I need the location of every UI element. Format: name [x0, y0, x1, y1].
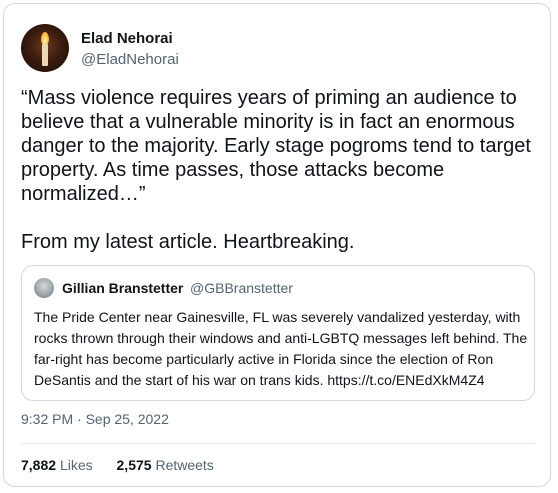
tweet-paragraph: “Mass violence requires years of priming… [21, 87, 531, 205]
retweets-stat[interactable]: 2,575 Retweets [117, 457, 214, 473]
candle-icon [42, 44, 48, 66]
divider [21, 443, 535, 444]
author-name[interactable]: Elad Nehorai [81, 30, 173, 47]
likes-count: 7,882 [21, 457, 57, 473]
author-handle[interactable]: @EladNehorai [81, 51, 179, 68]
tweet-timestamp[interactable]: 9:32 PM · Sep 25, 2022 [21, 411, 169, 427]
tweet-paragraph: From my latest article. Heartbreaking. [21, 231, 355, 253]
tweet-card: Elad Nehorai @EladNehorai “Mass violence… [3, 3, 551, 487]
retweets-count: 2,575 [116, 457, 152, 473]
quoted-author-name: Gillian Branstetter [62, 280, 184, 296]
retweets-label: Retweets [155, 457, 214, 473]
tweet-text: “Mass violence requires years of priming… [21, 86, 541, 254]
tweet-stats: 7,882 Likes 2,575 Retweets [21, 457, 214, 473]
quoted-author-handle: @GBBranstetter [190, 280, 293, 296]
likes-label: Likes [59, 457, 93, 473]
quoted-author-avatar [34, 278, 54, 298]
quoted-tweet-text: The Pride Center near Gainesville, FL wa… [34, 309, 528, 388]
likes-stat[interactable]: 7,882 Likes [21, 457, 93, 473]
quoted-tweet[interactable]: Gillian Branstetter @GBBranstetter The P… [21, 265, 535, 401]
author-avatar[interactable] [21, 24, 69, 72]
